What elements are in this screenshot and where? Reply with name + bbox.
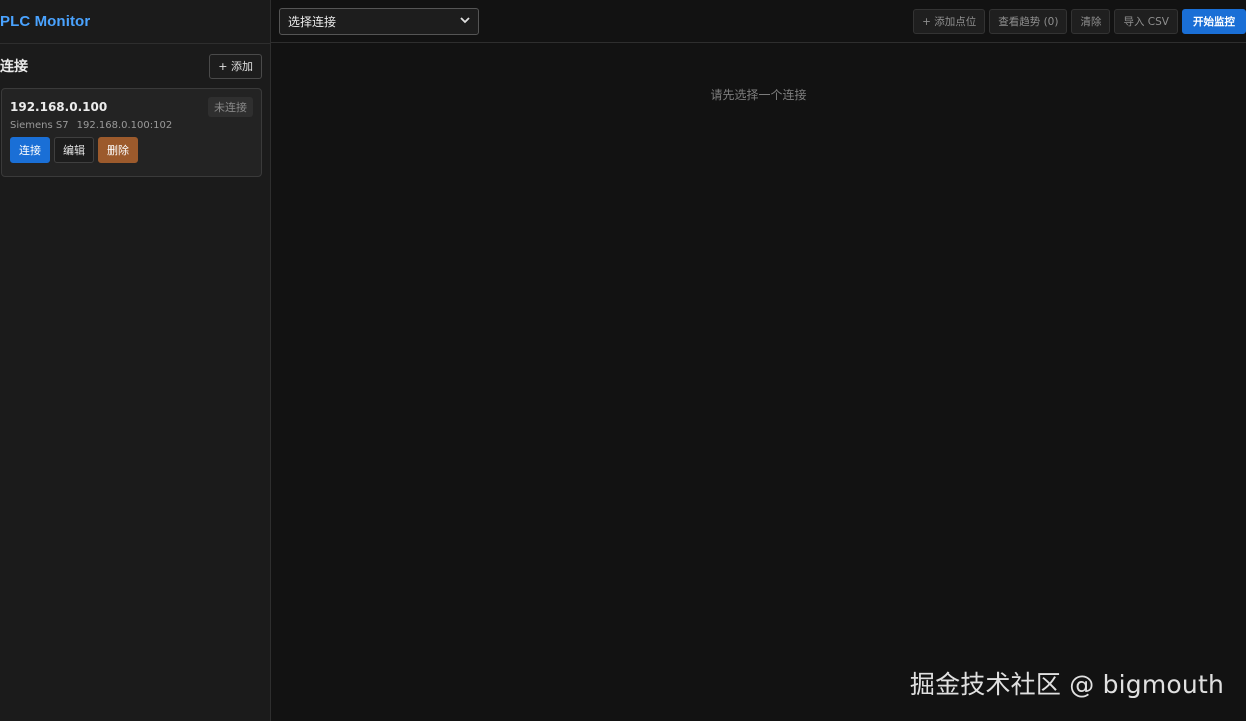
status-badge: 未连接 <box>208 97 253 117</box>
connection-meta: Siemens S7 192.168.0.100:102 <box>10 120 253 131</box>
empty-state-message: 请先选择一个连接 <box>710 88 807 102</box>
connections-header: 连接 + 添加 <box>0 44 270 88</box>
connection-card-header: 192.168.0.100 未连接 <box>10 97 253 117</box>
sidebar: PLC Monitor 连接 + 添加 192.168.0.100 未连接 Si… <box>0 0 271 721</box>
delete-button[interactable]: 删除 <box>98 137 138 163</box>
app-title: PLC Monitor <box>0 13 91 30</box>
toolbar-actions: + 添加点位 查看趋势 (0) 清除 导入 CSV 开始监控 <box>913 8 1246 34</box>
connection-address: 192.168.0.100:102 <box>76 120 173 131</box>
connection-select[interactable]: 选择连接 <box>279 7 479 35</box>
add-connection-button[interactable]: + 添加 <box>209 53 262 79</box>
connection-actions: 连接 编辑 删除 <box>10 137 253 163</box>
connect-button[interactable]: 连接 <box>10 137 50 163</box>
app-window: PLC Monitor 连接 + 添加 192.168.0.100 未连接 Si… <box>0 0 1246 721</box>
chevron-down-icon-svg <box>460 16 470 23</box>
connection-ip: 192.168.0.100 <box>10 100 108 114</box>
start-monitor-button[interactable]: 开始监控 <box>1182 8 1246 34</box>
connection-card: 192.168.0.100 未连接 Siemens S7 192.168.0.1… <box>1 88 262 177</box>
connections-title: 连接 <box>0 59 28 75</box>
chevron-down-icon <box>460 16 470 27</box>
watermark: 掘金技术社区 @ bigmouth <box>909 670 1224 699</box>
add-point-button[interactable]: + 添加点位 <box>913 8 986 34</box>
import-csv-button[interactable]: 导入 CSV <box>1114 8 1178 34</box>
clear-button[interactable]: 清除 <box>1071 8 1111 34</box>
toolbar: 选择连接 + 添加点位 查看趋势 (0) 清除 导入 CSV 开始监控 <box>271 0 1246 43</box>
connection-select-value: 选择连接 <box>288 14 337 29</box>
connection-type: Siemens S7 <box>10 120 69 131</box>
edit-button[interactable]: 编辑 <box>54 137 94 163</box>
view-trend-button[interactable]: 查看趋势 (0) <box>989 8 1068 34</box>
main-panel: 选择连接 + 添加点位 查看趋势 (0) 清除 导入 CSV 开始监控 请先选择… <box>271 0 1246 721</box>
brand-header: PLC Monitor <box>0 0 270 44</box>
